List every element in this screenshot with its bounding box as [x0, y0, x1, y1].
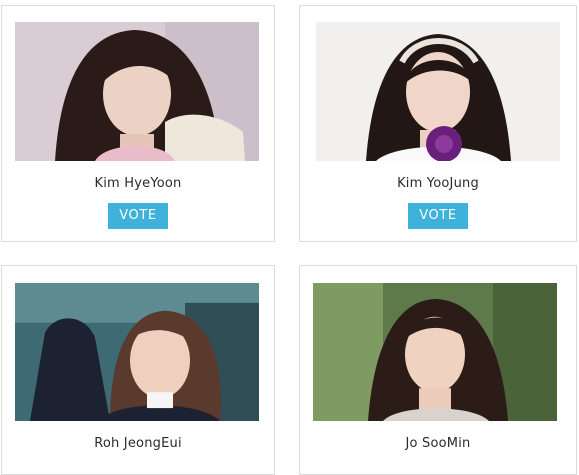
candidate-photo[interactable]: [15, 283, 259, 421]
candidate-name: Jo SooMin: [405, 436, 471, 451]
vote-button[interactable]: VOTE: [408, 203, 468, 229]
candidate-photo[interactable]: [316, 22, 560, 161]
candidate-name: Kim YooJung: [397, 176, 479, 191]
candidate-card: Kim YooJung VOTE: [299, 5, 577, 242]
candidate-card: Kim HyeYoon VOTE: [1, 5, 275, 242]
vote-button[interactable]: VOTE: [108, 203, 168, 229]
candidate-card: Roh JeongEui: [1, 265, 275, 475]
candidate-card: Jo SooMin: [299, 265, 577, 475]
candidate-photo[interactable]: [313, 283, 557, 421]
candidate-name: Kim HyeYoon: [94, 176, 182, 191]
candidate-photo[interactable]: [15, 22, 259, 161]
candidate-name: Roh JeongEui: [94, 436, 182, 451]
